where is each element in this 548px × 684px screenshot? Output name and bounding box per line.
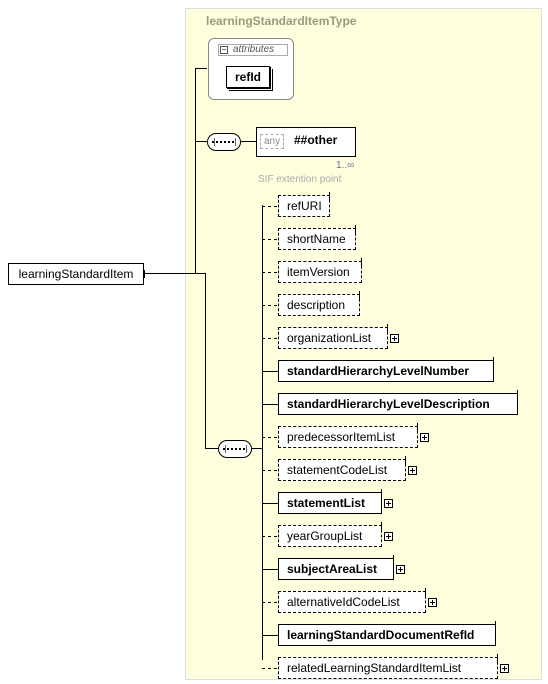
- conn-child-14: [262, 668, 278, 669]
- element-relatedLearningStandardItemList: relatedLearningStandardItemList: [278, 657, 498, 679]
- element-alternativeIdCodeList: alternativeIdCodeList: [278, 591, 426, 613]
- attribute-refid: refId: [226, 66, 270, 88]
- conn-child-5: [262, 371, 278, 372]
- conn-to-attr: [195, 68, 207, 69]
- expand-relatedLearningStandardItemList[interactable]: [500, 664, 509, 673]
- conn-child-1: [262, 239, 278, 240]
- element-subjectAreaList: subjectAreaList: [278, 558, 394, 580]
- conn-bridge-v: [205, 273, 206, 449]
- root-stub: [144, 270, 145, 278]
- element-predecessorItemList: predecessorItemList: [278, 426, 418, 448]
- conn-child-3: [262, 305, 278, 306]
- expand-subjectAreaList[interactable]: [396, 565, 405, 574]
- any-namespace: ##other: [294, 133, 337, 147]
- element-shortName: shortName: [278, 228, 356, 250]
- conn-child-11: [262, 569, 278, 570]
- conn-to-seq2: [205, 448, 218, 449]
- conn-child-9: [262, 503, 278, 504]
- conn-child-2: [262, 272, 278, 273]
- extension-note: SIF extention point: [258, 174, 341, 185]
- expand-statementCodeList[interactable]: [408, 466, 417, 475]
- conn-root-h: [145, 273, 195, 274]
- type-name-label: learningStandardItemType: [206, 14, 356, 28]
- attributes-toggle[interactable]: −: [220, 46, 228, 54]
- expand-statementList[interactable]: [384, 499, 393, 508]
- expand-organizationList[interactable]: [390, 334, 399, 343]
- conn-bridge-h: [195, 273, 205, 274]
- conn-child-4: [262, 338, 278, 339]
- element-refURI: refURI: [278, 195, 330, 217]
- expand-yearGroupList[interactable]: [384, 532, 393, 541]
- any-occurs: 1..∞: [336, 160, 354, 171]
- element-itemVersion: itemVersion: [278, 261, 362, 283]
- children-rail: [262, 205, 263, 660]
- expand-alternativeIdCodeList[interactable]: [428, 598, 437, 607]
- element-learningStandardDocumentRefId: learningStandardDocumentRefId: [278, 624, 496, 646]
- element-yearGroupList: yearGroupList: [278, 525, 382, 547]
- conn-child-6: [262, 404, 278, 405]
- root-element: learningStandardItem: [8, 263, 144, 285]
- conn-child-12: [262, 602, 278, 603]
- element-standardHierarchyLevelNumber: standardHierarchyLevelNumber: [278, 360, 494, 382]
- seq2-to-rail: [252, 448, 262, 449]
- sequence-compositor-outer: [207, 133, 241, 151]
- conn-child-10: [262, 536, 278, 537]
- element-statementCodeList: statementCodeList: [278, 459, 406, 481]
- element-description: description: [278, 294, 360, 316]
- element-organizationList: organizationList: [278, 327, 388, 349]
- expand-predecessorItemList[interactable]: [420, 433, 429, 442]
- conn-child-13: [262, 635, 278, 636]
- sequence-compositor-inner: [218, 440, 252, 458]
- conn-child-7: [262, 437, 278, 438]
- conn-to-seq1: [195, 141, 207, 142]
- element-standardHierarchyLevelDescription: standardHierarchyLevelDescription: [278, 393, 518, 415]
- conn-child-0: [262, 206, 278, 207]
- any-tag: any: [260, 134, 284, 149]
- conn-seq1-any: [241, 141, 256, 142]
- conn-child-8: [262, 470, 278, 471]
- attributes-header: attributes: [218, 44, 288, 56]
- element-statementList: statementList: [278, 492, 382, 514]
- conn-root-v: [195, 68, 196, 274]
